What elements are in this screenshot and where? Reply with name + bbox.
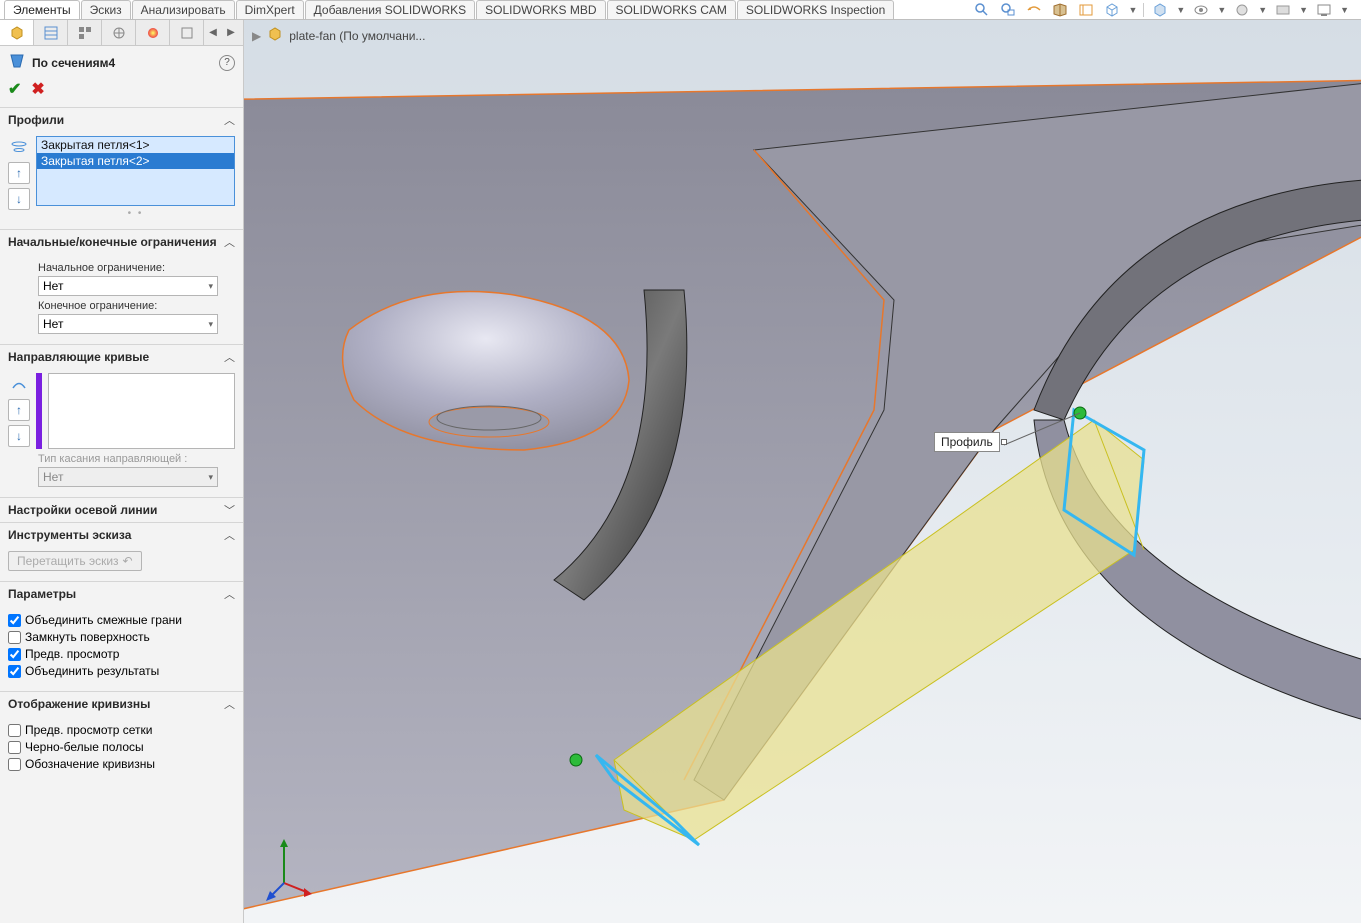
end-constraint-dropdown[interactable]: Нет▾: [38, 314, 218, 334]
zebra-stripes-checkbox[interactable]: Черно-белые полосы: [8, 740, 235, 754]
prev-view-icon[interactable]: [1024, 1, 1044, 19]
tab-mbd[interactable]: SOLIDWORKS MBD: [476, 0, 605, 19]
zoom-area-icon[interactable]: [998, 1, 1018, 19]
curvature-combs-checkbox[interactable]: Обозначение кривизны: [8, 757, 235, 771]
profile-callout[interactable]: Профиль: [934, 432, 1000, 452]
section-guides-header[interactable]: Направляющие кривые ︿: [0, 345, 243, 369]
callout-handle-icon[interactable]: [1001, 439, 1007, 445]
display-manager-tab[interactable]: [136, 20, 170, 45]
list-item[interactable]: Закрытая петля<1>: [37, 137, 234, 153]
start-constraint-dropdown[interactable]: Нет▾: [38, 276, 218, 296]
resize-grip[interactable]: • •: [36, 206, 235, 219]
tab-addins[interactable]: Добавления SOLIDWORKS: [305, 0, 476, 19]
section-view-icon[interactable]: [1050, 1, 1070, 19]
feature-header: По сечениям4 ?: [0, 46, 243, 79]
ok-cancel-row: ✔ ✖: [0, 79, 243, 107]
tab-sketch[interactable]: Эскиз: [81, 0, 131, 19]
panel-tab-strip: ◀ ▶: [0, 20, 243, 46]
profiles-listbox[interactable]: Закрытая петля<1> Закрытая петля<2>: [36, 136, 235, 206]
guide-tangency-dropdown: Нет▾: [38, 467, 218, 487]
panel-tab-prev[interactable]: ◀: [204, 20, 222, 45]
ok-button[interactable]: ✔: [8, 79, 21, 99]
dynamic-annotation-icon[interactable]: [1076, 1, 1096, 19]
chevron-up-icon: ︿: [224, 586, 235, 602]
zoom-fit-icon[interactable]: [972, 1, 992, 19]
view-toolbar: ▼ ▼ ▼ ▼ ▼ ▼: [972, 0, 1349, 20]
section-constraints-header[interactable]: Начальные/конечные ограничения ︿: [0, 230, 243, 254]
section-curvature-header[interactable]: Отображение кривизны ︿: [0, 692, 243, 716]
apply-scene-icon[interactable]: [1273, 1, 1293, 19]
guide-tangency-label: Тип касания направляющей :: [38, 453, 235, 465]
tab-analyze[interactable]: Анализировать: [132, 0, 235, 19]
chevron-up-icon: ︿: [224, 696, 235, 712]
chevron-up-icon: ︿: [224, 527, 235, 543]
start-constraint-label: Начальное ограничение:: [38, 262, 235, 274]
guide-move-down-button[interactable]: ↓: [8, 425, 30, 447]
property-manager-tab[interactable]: [34, 20, 68, 45]
profile-selector-icon: [8, 136, 30, 158]
hide-show-icon[interactable]: [1191, 1, 1211, 19]
view-orientation-icon[interactable]: [1102, 1, 1122, 19]
configuration-manager-tab[interactable]: [68, 20, 102, 45]
dimxpert-manager-tab[interactable]: [102, 20, 136, 45]
loft-icon: [8, 52, 26, 73]
chevron-up-icon: ︿: [224, 234, 235, 250]
move-down-button[interactable]: ↓: [8, 188, 30, 210]
guide-selector-icon: [8, 373, 30, 395]
move-up-button[interactable]: ↑: [8, 162, 30, 184]
display-style-icon[interactable]: [1150, 1, 1170, 19]
extra-tab[interactable]: [170, 20, 204, 45]
feature-manager-tab[interactable]: [0, 20, 34, 45]
chevron-up-icon: ︿: [224, 112, 235, 128]
model-geometry: [244, 20, 1361, 923]
end-constraint-label: Конечное ограничение:: [38, 300, 235, 312]
guide-move-up-button[interactable]: ↑: [8, 399, 30, 421]
tab-cam[interactable]: SOLIDWORKS CAM: [607, 0, 736, 19]
chevron-down-icon: ▾: [208, 472, 213, 483]
undo-icon: ↶: [123, 554, 133, 568]
show-preview-checkbox[interactable]: Предв. просмотр: [8, 647, 235, 661]
guide-color-bar: [36, 373, 42, 449]
section-sketch-tools-header[interactable]: Инструменты эскиза ︿: [0, 523, 243, 547]
view-triad: [264, 833, 314, 903]
list-item[interactable]: Закрытая петля<2>: [37, 153, 234, 169]
drag-sketch-button: Перетащить эскиз ↶: [8, 551, 142, 571]
feature-title: По сечениям4: [32, 56, 213, 70]
close-loft-checkbox[interactable]: Замкнуть поверхность: [8, 630, 235, 644]
chevron-up-icon: ︿: [224, 349, 235, 365]
help-icon[interactable]: ?: [219, 55, 235, 71]
cancel-button[interactable]: ✖: [31, 79, 44, 99]
chevron-down-icon: ﹀: [224, 502, 235, 518]
mesh-preview-checkbox[interactable]: Предв. просмотр сетки: [8, 723, 235, 737]
tab-dimxpert[interactable]: DimXpert: [236, 0, 304, 19]
chevron-down-icon: ▾: [208, 319, 213, 330]
merge-result-checkbox[interactable]: Объединить результаты: [8, 664, 235, 678]
tab-inspection[interactable]: SOLIDWORKS Inspection: [737, 0, 894, 19]
section-parameters-header[interactable]: Параметры ︿: [0, 582, 243, 606]
panel-tab-next[interactable]: ▶: [222, 20, 240, 45]
section-centerline-header[interactable]: Настройки осевой линии ﹀: [0, 498, 243, 522]
section-profiles-header[interactable]: Профили ︿: [0, 108, 243, 132]
guides-listbox[interactable]: [48, 373, 235, 449]
tab-features[interactable]: Элементы: [4, 0, 80, 19]
view-settings-icon[interactable]: [1314, 1, 1334, 19]
chevron-down-icon: ▾: [208, 281, 213, 292]
separator: [1143, 3, 1144, 17]
graphics-viewport[interactable]: ▶ plate-fan (По умолчани...: [244, 20, 1361, 923]
edit-appearance-icon[interactable]: [1232, 1, 1252, 19]
merge-tangent-faces-checkbox[interactable]: Объединить смежные грани: [8, 613, 235, 627]
property-manager-panel: ◀ ▶ По сечениям4 ? ✔ ✖ Профили ︿ ↑: [0, 20, 244, 923]
